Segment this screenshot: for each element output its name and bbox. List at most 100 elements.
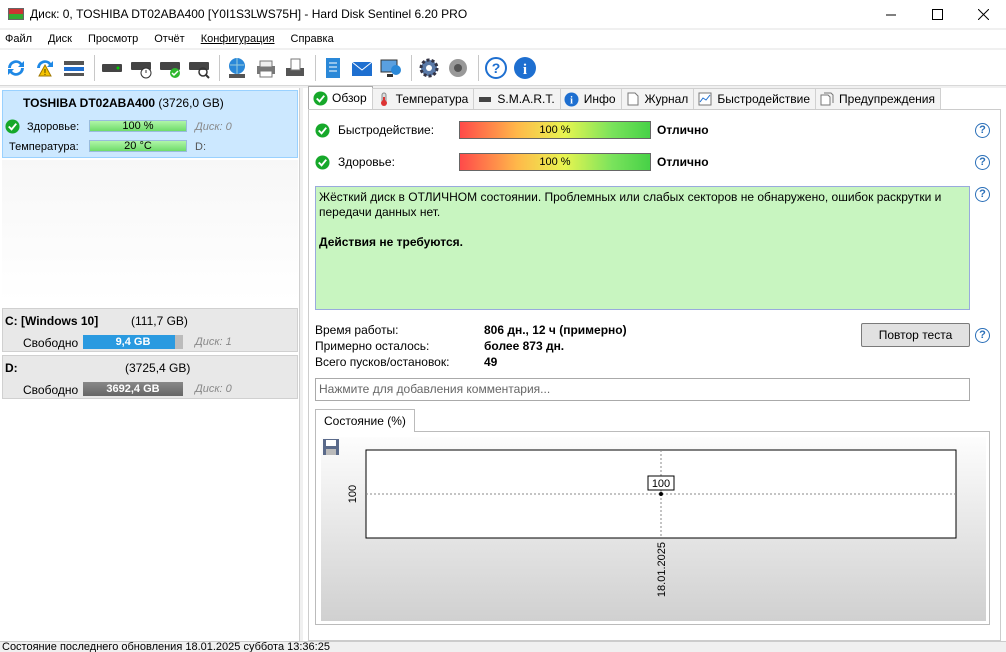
- state-chart: 100 18.01.2025 100: [347, 449, 957, 597]
- email-icon: [351, 61, 373, 76]
- window-controls: [868, 0, 1006, 28]
- network-button[interactable]: [224, 55, 250, 81]
- menu-report[interactable]: Отчёт: [149, 33, 189, 45]
- disk-check-button[interactable]: [157, 55, 183, 81]
- menu-disk[interactable]: Диск: [43, 33, 77, 45]
- tab-bar: Обзор Температура S.M.A.R.T. i Инфо Журн…: [308, 86, 941, 109]
- menu-help[interactable]: Справка: [286, 33, 339, 45]
- tab-temperature[interactable]: Температура: [371, 88, 475, 109]
- disk-schedule-button[interactable]: [128, 55, 154, 81]
- remaining-label: Примерно осталось:: [315, 339, 430, 353]
- data-point: [659, 492, 663, 496]
- help-icon[interactable]: ?: [975, 155, 990, 170]
- disk-report-button[interactable]: [282, 55, 308, 81]
- disk-title: TOSHIBA DT02ABA400 (3726,0 GB): [23, 96, 224, 110]
- free-label: Свободно: [23, 383, 79, 397]
- check-icon: [315, 154, 330, 170]
- tab-performance[interactable]: Быстродействие: [693, 88, 817, 109]
- performance-label: Быстродействие:: [338, 123, 435, 137]
- help-icon[interactable]: ?: [975, 328, 990, 343]
- email-button[interactable]: [349, 55, 375, 81]
- x-tick-label: 18.01.2025: [656, 542, 668, 597]
- health-bar: 100 %: [89, 120, 187, 132]
- disk-card[interactable]: TOSHIBA DT02ABA400 (3726,0 GB) Здоровье:…: [2, 90, 298, 158]
- volume-disk: Диск: 1: [195, 336, 232, 348]
- minimize-button[interactable]: [868, 0, 914, 28]
- help-button[interactable]: ?: [483, 55, 509, 81]
- title-bar: Диск: 0, TOSHIBA DT02ABA400 [Y0I1S3LWS75…: [0, 0, 1006, 28]
- temperature-disk: D:: [195, 141, 206, 153]
- refresh-warning-icon: !: [37, 59, 53, 77]
- tab-label: Обзор: [332, 91, 367, 105]
- help-icon[interactable]: ?: [975, 187, 990, 202]
- tab-label: Журнал: [644, 92, 689, 106]
- toolbar-separator: [478, 54, 479, 81]
- toolbar-separator: [411, 54, 412, 81]
- health-label: Здоровье:: [27, 121, 80, 133]
- settings-button[interactable]: [416, 55, 442, 81]
- comment-field[interactable]: Нажмите для добавления комментария...: [315, 378, 970, 401]
- free-space-bar: 9,4 GB: [83, 335, 183, 349]
- notes-button[interactable]: [320, 55, 346, 81]
- tab-overview[interactable]: Обзор: [308, 86, 373, 109]
- tab-info[interactable]: i Инфо: [559, 88, 622, 109]
- tab-label: Предупреждения: [839, 92, 935, 106]
- help-icon[interactable]: ?: [975, 123, 990, 138]
- temperature-bar: 20 °C: [89, 140, 187, 152]
- toolbar-separator: [94, 54, 95, 81]
- menu-configuration[interactable]: Конфигурация: [196, 33, 280, 45]
- info-button[interactable]: i: [512, 55, 538, 81]
- volume-c[interactable]: C: [Windows 10] (111,7 GB) Свободно 9,4 …: [2, 308, 298, 352]
- health-status: Отлично: [657, 155, 709, 169]
- tab-label: Инфо: [583, 92, 616, 106]
- printer-button[interactable]: [253, 55, 279, 81]
- printer-icon: [257, 60, 275, 77]
- tab-state-percent[interactable]: Состояние (%): [315, 409, 415, 432]
- disk-capacity: (3726,0 GB): [158, 96, 224, 110]
- maximize-button[interactable]: [914, 0, 960, 28]
- minimize-icon: [885, 14, 896, 15]
- temperature-label: Температура:: [9, 141, 79, 153]
- menu-file[interactable]: Файл: [0, 33, 37, 45]
- menu-view[interactable]: Просмотр: [83, 33, 143, 45]
- tab-label: Температура: [395, 92, 469, 106]
- performance-gauge: 100 %: [459, 121, 651, 139]
- volume-d[interactable]: D: (3725,4 GB) Свободно 3692,4 GB Диск: …: [2, 355, 298, 399]
- volume-size: (3725,4 GB): [125, 361, 191, 375]
- thermometer-icon: [380, 92, 387, 106]
- document-icon: [627, 92, 639, 106]
- uptime-label: Время работы:: [315, 323, 399, 337]
- tab-smart[interactable]: S.M.A.R.T.: [473, 88, 561, 109]
- disk-report-icon: [286, 58, 304, 76]
- close-button[interactable]: [960, 0, 1006, 28]
- refresh-button[interactable]: [3, 55, 29, 81]
- sound-button[interactable]: [445, 55, 471, 81]
- web-report-button[interactable]: [378, 55, 404, 81]
- disk-info-button[interactable]: [99, 55, 125, 81]
- info-icon: i: [514, 56, 536, 79]
- volume-size: (111,7 GB): [131, 314, 188, 328]
- disk-list-icon: [64, 60, 84, 76]
- disk-list-button[interactable]: [61, 55, 87, 81]
- notes-icon: [326, 57, 340, 78]
- volume-name: C: [Windows 10]: [5, 314, 99, 328]
- tab-log[interactable]: Журнал: [620, 88, 695, 109]
- tab-alerts[interactable]: Предупреждения: [815, 88, 941, 109]
- toolbar-separator: [315, 54, 316, 81]
- window-title: Диск: 0, TOSHIBA DT02ABA400 [Y0I1S3LWS75…: [30, 7, 468, 21]
- y-tick-label: 100: [347, 485, 359, 503]
- network-icon: [229, 57, 245, 78]
- svg-text:i: i: [570, 95, 573, 106]
- app-icon: [8, 8, 24, 20]
- help-icon: ?: [485, 56, 507, 79]
- disk-name: TOSHIBA DT02ABA400: [23, 96, 156, 110]
- info-icon: i: [564, 92, 579, 106]
- disk-schedule-icon: [131, 61, 152, 78]
- tab-label: S.M.A.R.T.: [497, 92, 555, 106]
- volume-name: D:: [5, 361, 18, 375]
- refresh-warning-button[interactable]: !: [32, 55, 58, 81]
- disk-search-button[interactable]: [186, 55, 212, 81]
- retest-button[interactable]: Повтор теста: [861, 323, 970, 347]
- status-bar: Состояние последнего обновления 18.01.20…: [0, 641, 1006, 652]
- uptime-value: 806 дн., 12 ч (примерно): [484, 323, 627, 337]
